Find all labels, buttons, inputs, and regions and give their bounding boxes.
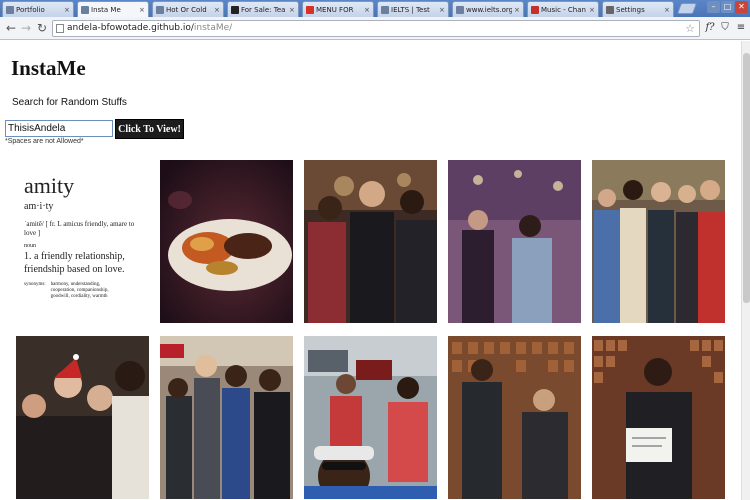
food-plate-photo[interactable] xyxy=(160,160,293,323)
tab-2[interactable]: Hot Or Cold × xyxy=(152,1,224,17)
selfie-street-photo[interactable] xyxy=(304,336,437,499)
tab-4[interactable]: MENU FOR × xyxy=(302,1,374,17)
page-content: InstaMe Search for Random Stuffs Click T… xyxy=(0,41,741,500)
tab-close-icon[interactable]: × xyxy=(64,6,70,14)
formula-extension-icon[interactable]: f? xyxy=(703,21,717,35)
tab-close-icon[interactable]: × xyxy=(289,6,295,14)
tab-label: For Sale: Tea xyxy=(241,5,286,14)
bookmark-star-icon[interactable]: ☆ xyxy=(685,21,695,36)
page-title: InstaMe xyxy=(11,56,86,80)
vertical-scrollbar[interactable] xyxy=(741,41,750,500)
page-icon xyxy=(81,6,89,14)
three-men-photo[interactable] xyxy=(304,160,437,323)
amity-synonyms-label: synonyms: xyxy=(24,282,46,287)
tab-0[interactable]: Portfolio × xyxy=(2,1,74,17)
amity-etymology: ˈamitē/ [ fr. L amicus friendly, amare t… xyxy=(24,220,135,237)
address-path: instaMe/ xyxy=(193,23,233,33)
tab-close-icon[interactable]: × xyxy=(439,6,445,14)
scrollbar-thumb[interactable] xyxy=(743,53,750,303)
tab-5[interactable]: IELTS | Test × xyxy=(377,1,449,17)
amity-pronunciation: am·i·ty xyxy=(24,201,54,212)
tab-label: Music - Chan xyxy=(541,5,586,14)
amity-definition-card[interactable]: amity am·i·ty ˈamitē/ [ fr. L amicus fri… xyxy=(16,160,149,323)
tab-close-icon[interactable]: × xyxy=(214,6,220,14)
tab-6[interactable]: www.ielts.org × xyxy=(452,1,524,17)
page-icon xyxy=(456,5,464,14)
tab-8[interactable]: Settings × xyxy=(602,1,674,17)
spaces-hint: *Spaces are not Allowed* xyxy=(5,138,84,145)
address-host: andela-bfowotade.github.io/ xyxy=(67,23,194,33)
tab-close-icon[interactable]: × xyxy=(364,6,370,14)
tab-label: Hot Or Cold xyxy=(166,5,207,14)
new-tab-button[interactable] xyxy=(676,3,698,14)
forward-icon[interactable]: → xyxy=(19,21,33,35)
amity-definition: 1. a friendly relationship, friendship b… xyxy=(24,251,125,275)
search-input[interactable] xyxy=(5,120,113,137)
man-holding-paper-photo[interactable] xyxy=(592,336,725,499)
page-icon xyxy=(381,5,389,14)
minimize-icon[interactable]: – xyxy=(707,1,720,13)
group-of-five-photo[interactable] xyxy=(592,160,725,323)
page-icon xyxy=(156,5,164,14)
page-icon xyxy=(56,24,64,33)
andela-women-photo[interactable] xyxy=(160,336,293,499)
christmas-group-photo[interactable] xyxy=(16,336,149,499)
tab-label: MENU FOR xyxy=(316,5,354,14)
browser-tab-strip: Portfolio × Insta Me × Hot Or Cold × For Sale:… xyxy=(0,0,750,18)
back-icon[interactable]: ← xyxy=(4,21,18,35)
tab-close-icon[interactable]: × xyxy=(514,6,520,14)
tab-3[interactable]: For Sale: Tea × xyxy=(227,1,299,17)
tab-label: Portfolio xyxy=(16,5,45,14)
maximize-icon[interactable]: □ xyxy=(721,1,734,13)
two-men-wall-photo[interactable] xyxy=(448,336,581,499)
close-window-icon[interactable]: ✕ xyxy=(735,1,748,13)
address-bar[interactable]: andela-bfowotade.github.io/instaMe/ ☆ xyxy=(52,20,700,37)
browser-toolbar: ← → ↻ andela-bfowotade.github.io/instaMe… xyxy=(0,17,750,40)
tab-close-icon[interactable]: × xyxy=(589,6,595,14)
gmail-icon xyxy=(306,5,314,14)
tab-7[interactable]: Music - Chan × xyxy=(527,1,599,17)
tab-label: Settings xyxy=(616,5,645,14)
music-icon xyxy=(531,5,539,14)
amity-word: amity xyxy=(24,173,75,198)
dark-icon xyxy=(231,5,239,14)
menu-icon[interactable]: ≡ xyxy=(734,21,748,35)
tab-label: www.ielts.org xyxy=(466,5,512,14)
tab-close-icon[interactable]: × xyxy=(139,6,145,14)
party-dance-photo[interactable] xyxy=(448,160,581,323)
click-to-view-button[interactable]: Click To View! xyxy=(115,119,184,139)
amity-part-of-speech: noun xyxy=(24,243,36,249)
tab-label: IELTS | Test xyxy=(391,5,430,14)
page-icon xyxy=(6,5,14,14)
reload-icon[interactable]: ↻ xyxy=(35,21,49,35)
tab-1[interactable]: Insta Me × xyxy=(77,1,149,18)
tab-close-icon[interactable]: × xyxy=(664,6,670,14)
shield-icon[interactable]: ⛉ xyxy=(718,21,732,35)
search-label: Search for Random Stuffs xyxy=(12,97,127,108)
gear-icon xyxy=(606,5,614,14)
tab-label: Insta Me xyxy=(91,6,121,14)
amity-synonyms: harmony, understanding, cooperation, com… xyxy=(50,282,109,299)
